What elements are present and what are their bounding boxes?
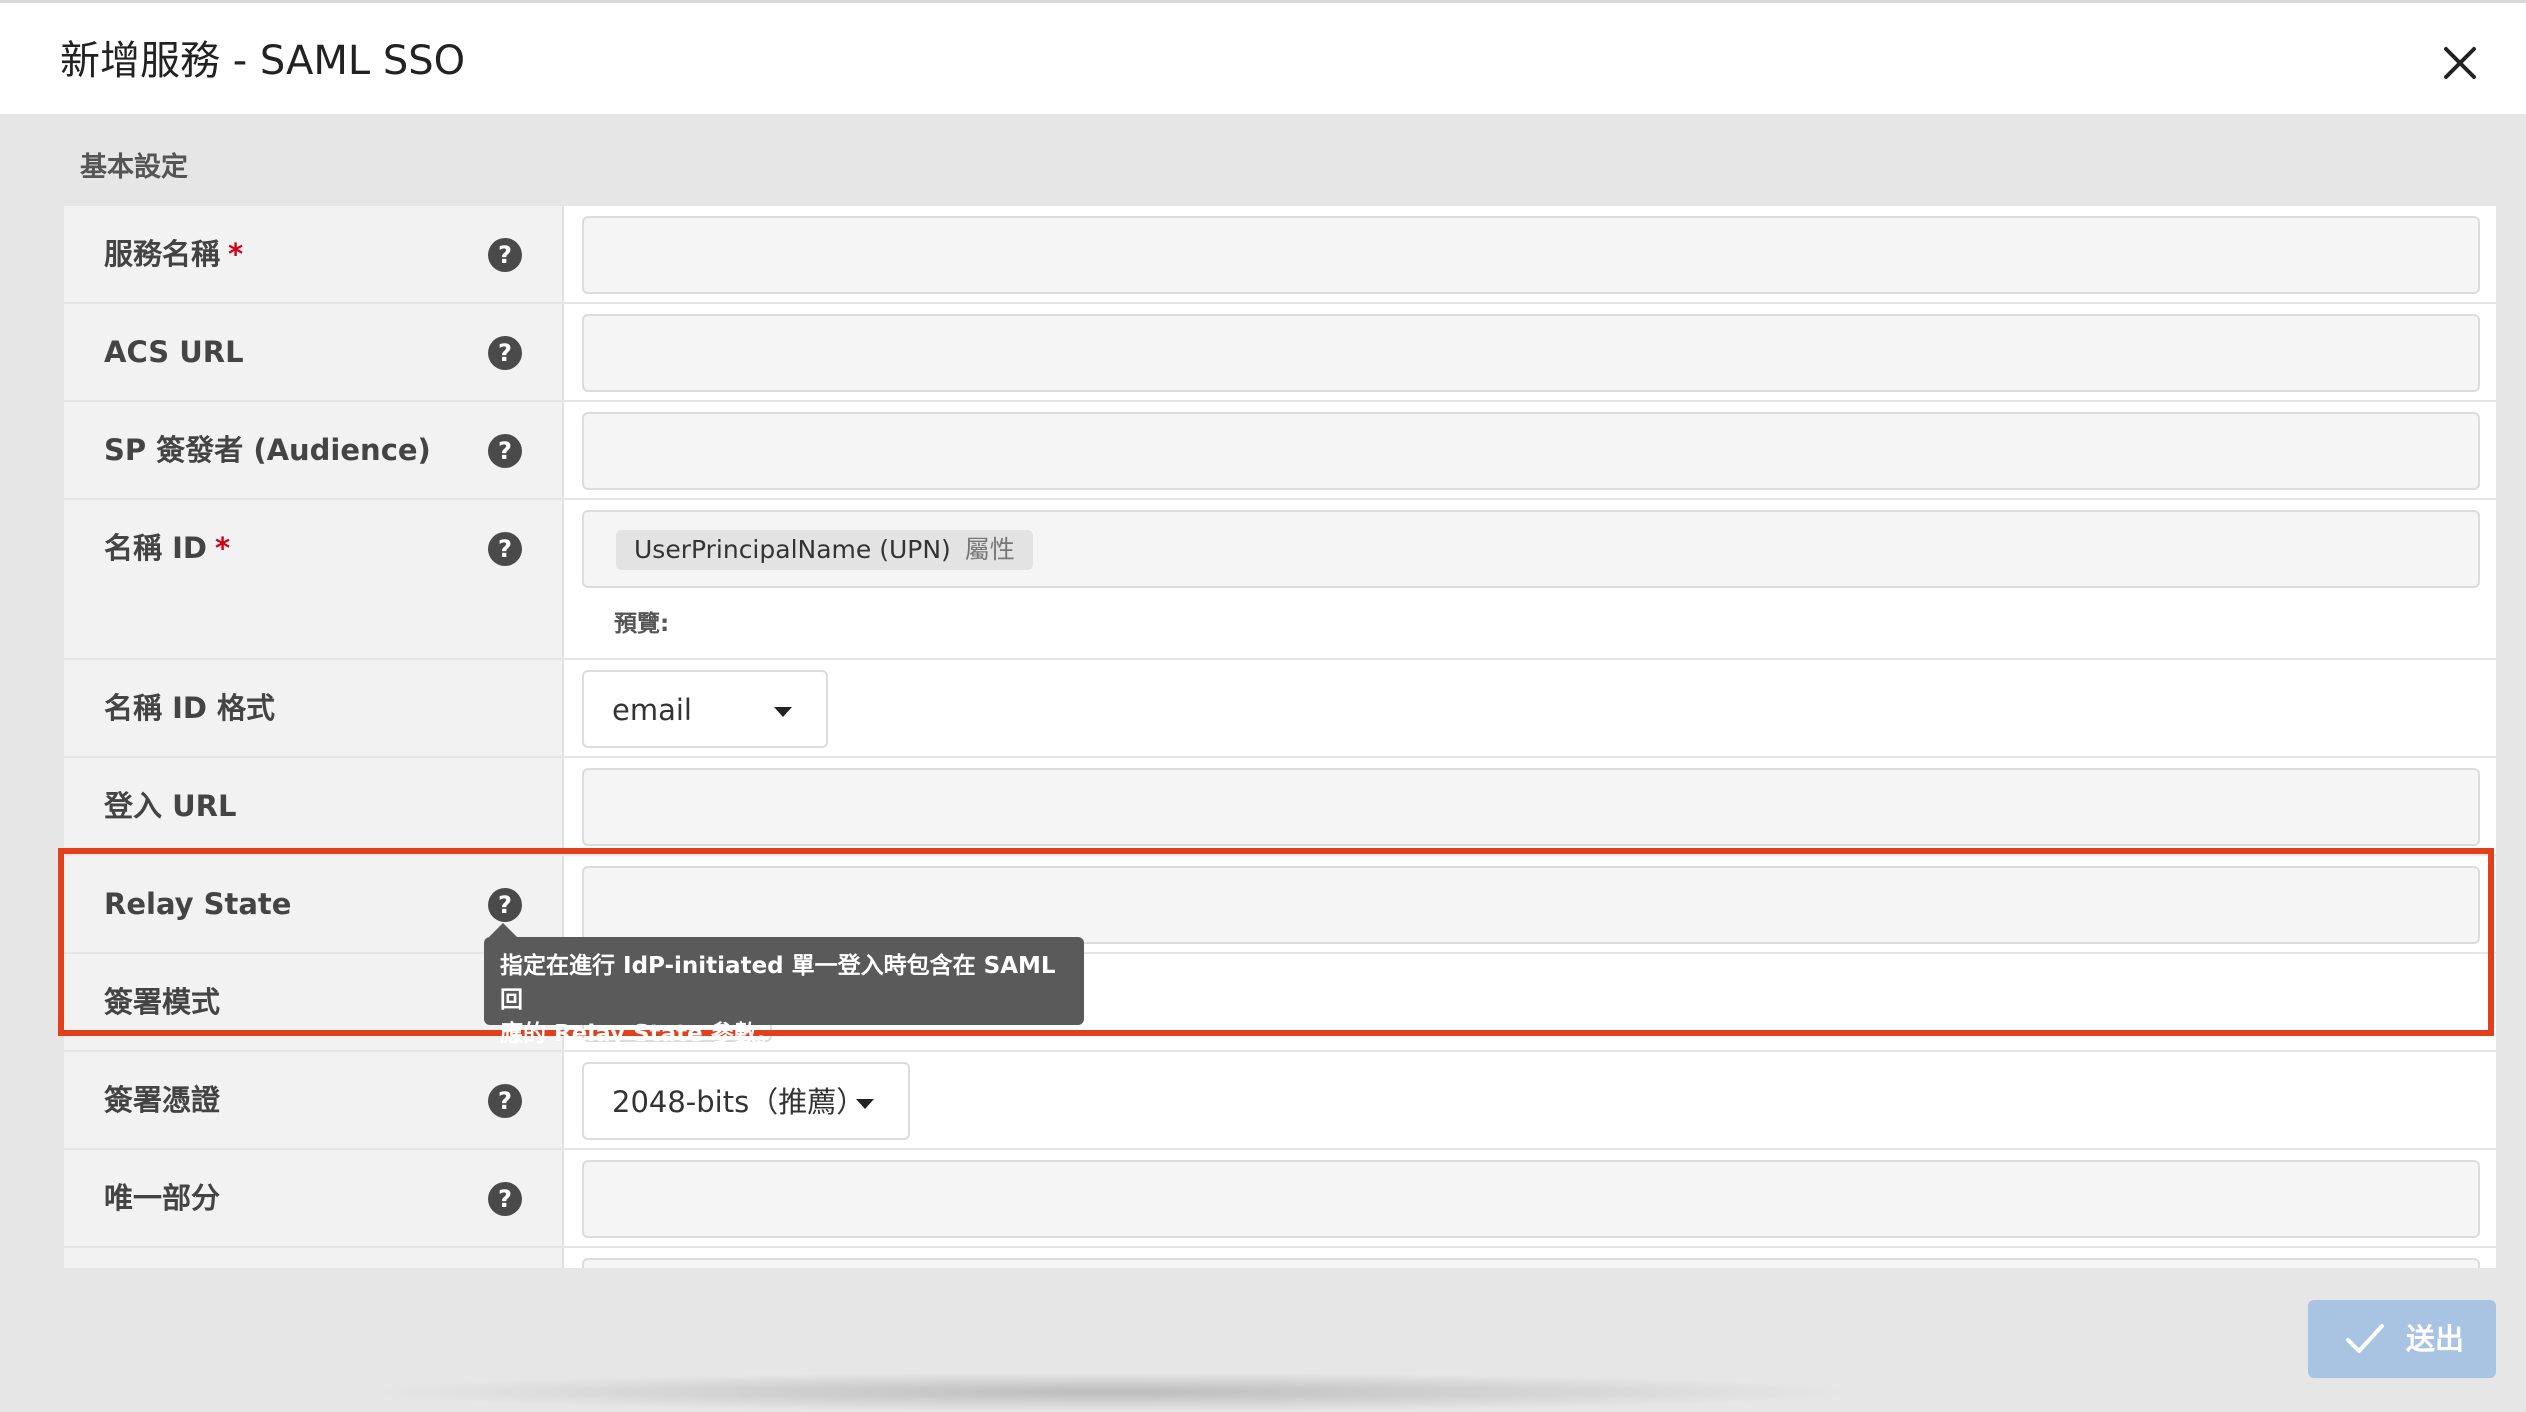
- help-icon[interactable]: ?: [488, 1084, 522, 1118]
- help-icon[interactable]: ?: [488, 888, 522, 922]
- section-title: 基本設定: [80, 152, 188, 183]
- form-row-signing-mode: 簽署模式: [64, 954, 2496, 1052]
- select-value: email: [612, 693, 692, 727]
- field-label-cell: [64, 1248, 564, 1268]
- submit-label: 送出: [2406, 1322, 2465, 1356]
- tooltip-arrow: [489, 923, 517, 937]
- acs-url-label: ACS URL: [104, 335, 244, 369]
- signing-cert-label: 簽署憑證: [104, 1083, 221, 1117]
- help-icon[interactable]: ?: [488, 238, 522, 272]
- name-id-format-label: 名稱 ID 格式: [104, 691, 276, 725]
- preview-label: 預覽:: [614, 611, 670, 637]
- settings-form: 服務名稱 * ? ACS URL ? SP 簽發者 (Audience) ? 名稱…: [64, 206, 2496, 1268]
- signing-cert-select[interactable]: 2048-bits（推薦）: [582, 1062, 910, 1140]
- service-name-input[interactable]: [582, 216, 2480, 294]
- bottom-shadow: [360, 1372, 1860, 1412]
- required-marker: *: [214, 531, 231, 565]
- signing-mode-label: 簽署模式: [104, 985, 221, 1019]
- form-row-next: [64, 1248, 2496, 1268]
- attribute-tag[interactable]: UserPrincipalName (UPN) 屬性: [616, 530, 1033, 570]
- field-label-cell: 唯一部分 ?: [64, 1150, 564, 1246]
- relay-state-tooltip: 指定在進行 IdP-initiated 單一登入時包含在 SAML 回 應的 R…: [484, 937, 1084, 1047]
- next-field-input[interactable]: [582, 1258, 2480, 1268]
- help-icon[interactable]: ?: [488, 434, 522, 468]
- unique-part-input[interactable]: [582, 1160, 2480, 1238]
- name-id-format-select[interactable]: email: [582, 670, 828, 748]
- form-row-acs-url: ACS URL ?: [64, 304, 2496, 402]
- name-id-label: 名稱 ID *: [104, 531, 231, 565]
- service-name-label: 服務名稱 *: [104, 237, 244, 271]
- login-url-label: 登入 URL: [104, 789, 237, 823]
- form-row-unique-part: 唯一部分 ?: [64, 1150, 2496, 1248]
- field-label-cell: 登入 URL: [64, 758, 564, 854]
- submit-button[interactable]: 送出: [2308, 1300, 2496, 1378]
- sp-issuer-input[interactable]: [582, 412, 2480, 490]
- caret-down-icon: [856, 1099, 874, 1109]
- relay-state-label: Relay State: [104, 887, 292, 921]
- form-row-sp-issuer: SP 簽發者 (Audience) ?: [64, 402, 2496, 500]
- field-label-cell: 簽署憑證 ?: [64, 1052, 564, 1148]
- field-label-cell: 名稱 ID 格式: [64, 660, 564, 756]
- form-row-name-id: 名稱 ID * ? UserPrincipalName (UPN) 屬性 預覽:: [64, 500, 2496, 660]
- select-value: 2048-bits（推薦）: [612, 1085, 866, 1119]
- form-row-signing-cert: 簽署憑證 ? 2048-bits（推薦）: [64, 1052, 2496, 1150]
- form-row-login-url: 登入 URL: [64, 758, 2496, 856]
- tooltip-line: 應的 Relay State 參數。: [500, 1021, 780, 1047]
- help-icon[interactable]: ?: [488, 1182, 522, 1216]
- relay-state-input[interactable]: [582, 866, 2480, 944]
- login-url-input[interactable]: [582, 768, 2480, 846]
- form-row-name-id-format: 名稱 ID 格式 email: [64, 660, 2496, 758]
- required-marker: *: [228, 237, 244, 271]
- form-row-service-name: 服務名稱 * ?: [64, 206, 2496, 304]
- caret-down-icon: [774, 707, 792, 717]
- sp-issuer-label: SP 簽發者 (Audience): [104, 433, 431, 467]
- form-row-relay-state: Relay State ?: [64, 856, 2496, 954]
- acs-url-input[interactable]: [582, 314, 2480, 392]
- help-icon[interactable]: ?: [488, 532, 522, 566]
- dialog-header: 新增服務 - SAML SSO: [0, 0, 2526, 114]
- help-icon[interactable]: ?: [488, 336, 522, 370]
- field-label-cell: SP 簽發者 (Audience) ?: [64, 402, 564, 498]
- field-label-cell: 服務名稱 * ?: [64, 206, 564, 302]
- field-label-cell: 名稱 ID * ?: [64, 500, 564, 658]
- tooltip-line: 指定在進行 IdP-initiated 單一登入時包含在 SAML 回: [500, 953, 1056, 1013]
- check-icon: [2346, 1324, 2384, 1353]
- close-icon[interactable]: [2436, 39, 2484, 87]
- name-id-input[interactable]: UserPrincipalName (UPN) 屬性: [582, 510, 2480, 588]
- dialog-title: 新增服務 - SAML SSO: [60, 38, 466, 84]
- unique-part-label: 唯一部分: [104, 1181, 221, 1215]
- field-label-cell: ACS URL ?: [64, 304, 564, 400]
